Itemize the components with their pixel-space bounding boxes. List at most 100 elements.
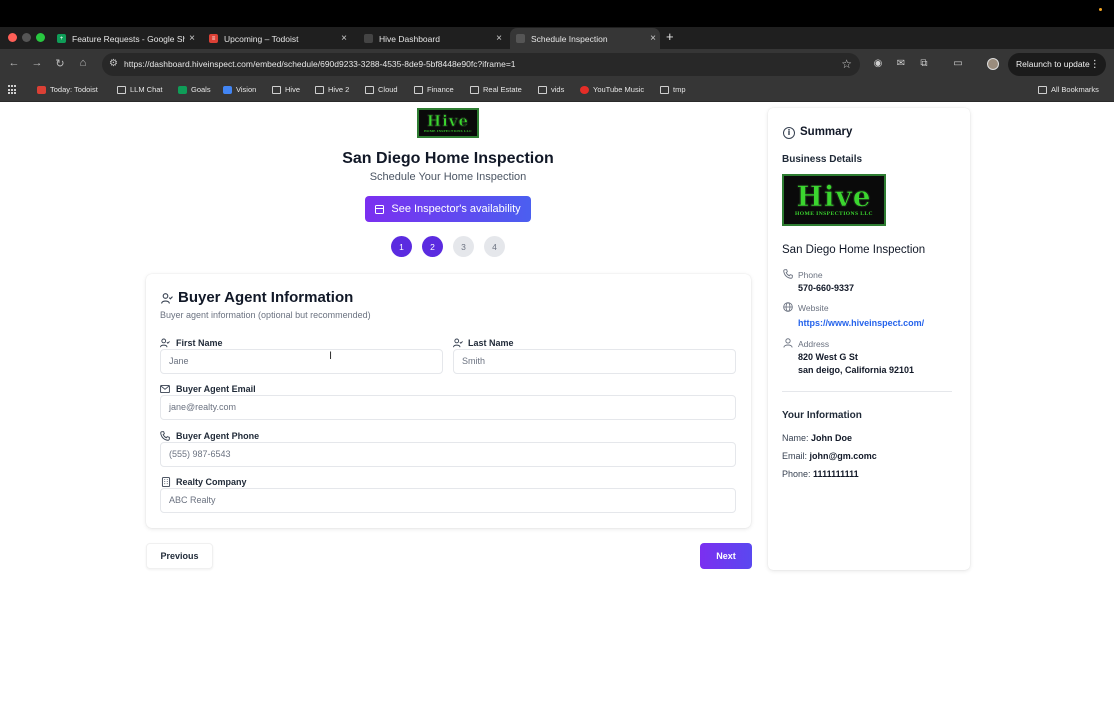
summary-business-name: San Diego Home Inspection <box>782 244 926 256</box>
apps-grid-icon[interactable] <box>8 85 18 95</box>
globe-icon <box>783 302 793 312</box>
step-1[interactable]: 1 <box>391 236 412 257</box>
email-field[interactable]: jane@realty.com <box>160 395 736 420</box>
bookmark-star-icon[interactable]: ☆ <box>841 57 852 71</box>
close-tab-icon[interactable]: × <box>646 33 660 44</box>
all-bookmarks[interactable]: All Bookmarks <box>1038 85 1099 94</box>
summary-panel: i Summary Business Details Hive HOME INS… <box>768 108 970 570</box>
phone-value: 570-660-9337 <box>798 283 855 293</box>
website-label: Website <box>798 303 829 313</box>
calendar-icon <box>375 204 385 214</box>
step-3[interactable]: 3 <box>453 236 474 257</box>
home-icon[interactable]: ⌂ <box>75 57 91 69</box>
folder-icon <box>1038 85 1047 94</box>
bookmark-cloud[interactable]: Cloud <box>365 85 398 94</box>
docs-icon <box>223 85 232 94</box>
address-bar[interactable]: ⚙ https://dashboard.hiveinspect.com/embe… <box>102 53 860 76</box>
building-icon <box>161 477 171 487</box>
folder-icon <box>660 85 669 94</box>
phone-field[interactable]: (555) 987-6543 <box>160 442 736 467</box>
folder-icon <box>315 85 324 94</box>
bookmark-label: YouTube Music <box>593 85 645 94</box>
close-tab-icon[interactable]: × <box>337 33 351 44</box>
bookmark-label: Goals <box>191 85 211 94</box>
page-content: Hive HOME INSPECTIONS LLC San Diego Home… <box>0 102 1114 720</box>
bookmark-hive[interactable]: Hive <box>272 85 300 94</box>
business-logo: Hive HOME INSPECTIONS LLC <box>417 108 479 138</box>
next-button[interactable]: Next <box>700 543 752 569</box>
logo-text: Hive <box>796 180 872 213</box>
more-menu-icon[interactable]: ⋮ <box>1090 53 1100 76</box>
form-title: Buyer Agent Information <box>178 289 354 306</box>
bookmark-label: Vision <box>236 85 257 94</box>
last-name-label: Last Name <box>468 338 514 348</box>
step-2[interactable]: 2 <box>422 236 443 257</box>
summary-divider <box>782 391 952 392</box>
info-email-value: john@gm.comc <box>809 451 877 461</box>
bookmark-label: tmp <box>673 85 686 94</box>
bookmark-todoist[interactable]: Today: Todoist <box>37 85 98 94</box>
camera-icon[interactable]: ◉ <box>872 58 884 70</box>
folder-icon <box>538 85 547 94</box>
your-information-heading: Your Information <box>782 410 862 421</box>
maximize-window-button[interactable] <box>36 33 45 42</box>
bookmark-youtube-music[interactable]: YouTube Music <box>580 85 644 94</box>
reload-icon[interactable]: ↻ <box>52 57 68 70</box>
status-dot <box>1099 8 1102 11</box>
browser-toolbar: ← → ↻ ⌂ ⚙ https://dashboard.hiveinspect.… <box>0 49 1114 81</box>
bookmark-tmp[interactable]: tmp <box>660 85 686 94</box>
profile-avatar[interactable] <box>987 58 999 70</box>
mail-icon[interactable]: ✉ <box>895 58 907 70</box>
user-check-icon <box>161 293 173 304</box>
side-panel-icon[interactable]: ▭ <box>952 58 964 70</box>
website-link[interactable]: https://www.hiveinspect.com/ <box>798 318 924 328</box>
relaunch-label: Relaunch to update <box>1016 59 1090 69</box>
site-settings-icon[interactable]: ⚙ <box>109 58 118 69</box>
tab-todoist[interactable]: ≡ Upcoming – Todoist × <box>203 28 351 49</box>
last-name-field[interactable]: Smith <box>453 349 736 374</box>
bookmark-finance[interactable]: Finance <box>414 85 454 94</box>
bookmark-llm-chat[interactable]: LLM Chat <box>117 85 163 94</box>
bookmark-label: LLM Chat <box>130 85 163 94</box>
tab-label: Schedule Inspection <box>531 33 608 44</box>
bookmark-vision[interactable]: Vision <box>223 85 256 94</box>
folder-icon <box>365 85 374 94</box>
close-tab-icon[interactable]: × <box>185 33 199 44</box>
business-details-heading: Business Details <box>782 154 863 165</box>
company-field[interactable]: ABC Realty <box>160 488 736 513</box>
minimize-window-button[interactable] <box>22 33 31 42</box>
youtube-music-icon <box>580 85 589 94</box>
bookmark-hive-2[interactable]: Hive 2 <box>315 85 349 94</box>
first-name-field[interactable]: Jane <box>160 349 443 374</box>
bookmark-goals[interactable]: Goals <box>178 85 211 94</box>
inspector-availability-button[interactable]: See Inspector's availability <box>365 196 531 222</box>
user-icon <box>783 338 793 348</box>
extensions-icon[interactable]: ⧉ <box>918 58 930 70</box>
bookmark-label: Hive 2 <box>328 85 350 94</box>
bookmark-real-estate[interactable]: Real Estate <box>470 85 522 94</box>
availability-label: See Inspector's availability <box>391 203 521 215</box>
logo-text: Hive <box>426 111 470 130</box>
system-top-bar <box>0 0 1114 27</box>
forward-icon[interactable]: → <box>29 57 45 69</box>
close-tab-icon[interactable]: × <box>492 33 506 44</box>
close-window-button[interactable] <box>8 33 17 42</box>
phone-icon <box>160 431 170 441</box>
bookmark-label: Finance <box>427 85 454 94</box>
back-icon[interactable]: ← <box>6 57 22 69</box>
tab-label: Feature Requests - Google Sh <box>72 33 185 44</box>
previous-button[interactable]: Previous <box>146 543 213 569</box>
relaunch-button[interactable]: Relaunch to update ⋮ <box>1008 53 1106 76</box>
folder-icon <box>117 85 126 94</box>
step-4[interactable]: 4 <box>484 236 505 257</box>
info-name-value: John Doe <box>811 433 853 443</box>
address-label: Address <box>798 339 830 349</box>
bookmarks-bar: Today: Todoist LLM Chat Goals Vision Hiv… <box>0 81 1114 102</box>
bookmark-vids[interactable]: vids <box>538 85 564 94</box>
tab-feature-requests[interactable]: + Feature Requests - Google Sh × <box>51 28 199 49</box>
new-tab-icon[interactable]: + <box>666 29 674 44</box>
tab-label: Upcoming – Todoist <box>224 33 299 44</box>
info-name-row: Name: John Doe <box>782 433 852 443</box>
tab-hive-dashboard[interactable]: Hive Dashboard × <box>358 28 506 49</box>
tab-schedule-inspection[interactable]: Schedule Inspection × <box>510 28 660 49</box>
